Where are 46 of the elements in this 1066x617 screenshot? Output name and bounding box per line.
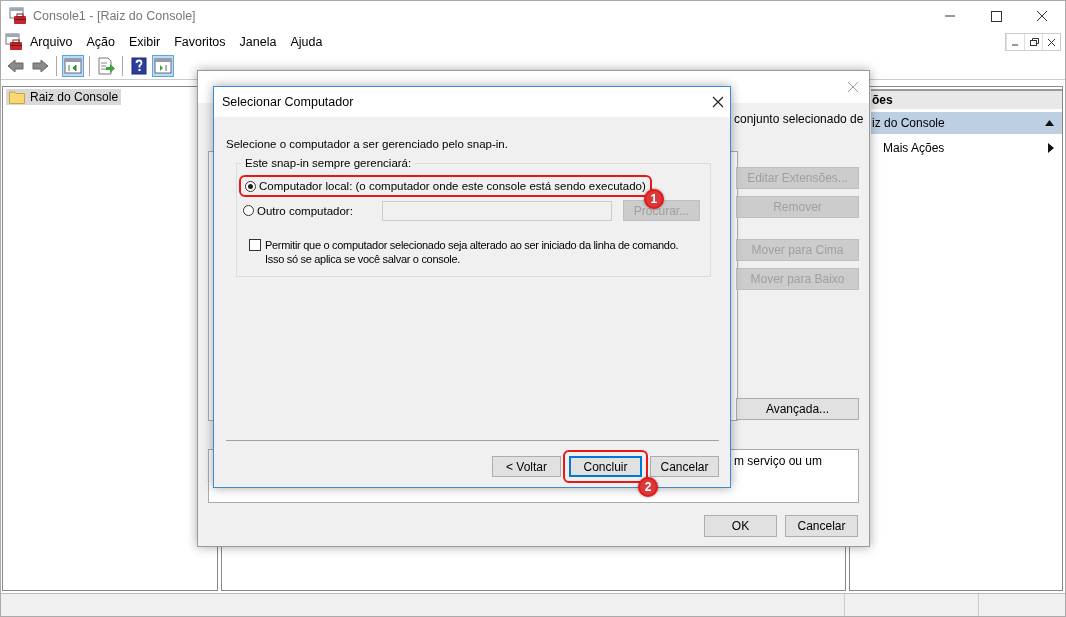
- intro-text: conjunto selecionado de: [734, 112, 864, 126]
- action-item[interactable]: Mais Ações: [871, 137, 1062, 159]
- menu-item[interactable]: Ação: [79, 33, 122, 51]
- dialog-button[interactable]: Concluir: [569, 456, 642, 477]
- actions-header: ões: [871, 89, 1062, 109]
- radio-label[interactable]: Outro computador:: [257, 204, 353, 217]
- dialog-button[interactable]: Avançada...: [736, 398, 859, 420]
- group-label: Este snap-in sempre gerenciará:: [241, 157, 416, 169]
- radio-label[interactable]: Computador local: (o computador onde este console está sendo executado): [259, 180, 646, 192]
- prompt-text: Selecione o computador a ser gerenciado pelo snap-in.: [226, 138, 509, 150]
- close-icon[interactable]: [712, 96, 724, 108]
- toolbar-separator: [122, 56, 123, 76]
- app-menu-icon: [5, 33, 23, 51]
- menu-item[interactable]: Ajuda: [283, 33, 330, 51]
- tree-pane-icon: [63, 56, 83, 76]
- collapse-icon[interactable]: [1045, 120, 1054, 126]
- checkbox-label: Permitir que o computador selecionado seja alterado ao ser iniciado da linha de comando. Isso só se aplica se você salvar o console.: [265, 238, 679, 266]
- app-icon: [9, 7, 27, 25]
- checkbox[interactable]: [249, 239, 261, 251]
- menu-item[interactable]: Arquivo: [23, 33, 80, 51]
- toolbar-separator: [56, 56, 57, 76]
- tree-item[interactable]: Raiz do Console: [6, 89, 122, 105]
- dialog-button[interactable]: Cancelar: [785, 515, 858, 537]
- action-pane-icon: [153, 56, 173, 76]
- restore-icon[interactable]: [1024, 34, 1042, 50]
- dialog-title: Selecionar Computador: [222, 95, 354, 109]
- submenu-arrow-icon: [1048, 143, 1054, 153]
- dialog-button[interactable]: < Voltar: [492, 456, 561, 477]
- menu-item[interactable]: Janela: [232, 33, 284, 51]
- dialog-button[interactable]: Cancelar: [650, 456, 719, 477]
- menu-item[interactable]: Exibir: [121, 33, 168, 51]
- help-icon: [129, 56, 149, 76]
- radio-button[interactable]: [243, 205, 254, 216]
- export-list-icon: [96, 56, 116, 76]
- action-item[interactable]: iz do Console: [871, 112, 1062, 134]
- menu-item[interactable]: Favoritos: [167, 33, 233, 51]
- folder-icon: [9, 90, 25, 104]
- window-title: Console1 - [Raiz do Console]: [33, 9, 197, 23]
- dialog-button[interactable]: OK: [704, 515, 777, 537]
- toolbar-separator: [89, 56, 90, 76]
- toolbar-button[interactable]: [128, 55, 150, 77]
- step-number: 2: [638, 477, 658, 497]
- back-icon: [6, 56, 26, 76]
- radio-button[interactable]: [245, 180, 256, 192]
- description-text: m serviço ou um: [734, 454, 823, 468]
- forward-icon: [30, 56, 50, 76]
